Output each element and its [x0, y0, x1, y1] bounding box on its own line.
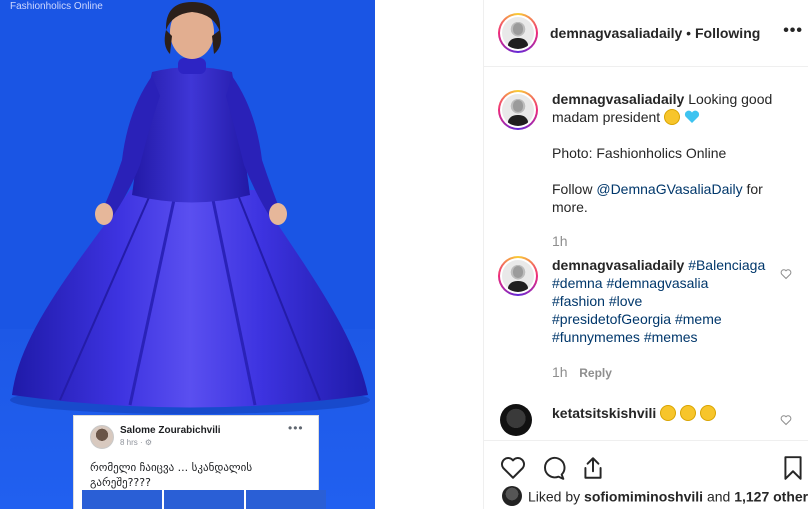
crying-laughing-emoji-icon: [680, 405, 697, 421]
hashtag-link[interactable]: #meme: [675, 311, 722, 327]
fb-post-meta: 8 hrs · ⚙: [120, 438, 153, 447]
fb-thumbnail: [164, 490, 244, 509]
bookmark-icon[interactable]: [780, 455, 806, 481]
caption-line-2: madam president: [552, 109, 661, 125]
fb-avatar: [90, 425, 114, 449]
reply-button[interactable]: Reply: [579, 366, 612, 380]
crying-laughing-emoji-icon: [660, 405, 677, 421]
hashtag-link[interactable]: #demna: [552, 275, 603, 291]
comment-username[interactable]: demnagvasaliadaily: [552, 257, 684, 273]
liker-avatar[interactable]: [502, 486, 522, 506]
hashtag-link[interactable]: #demnagvasalia: [606, 275, 708, 291]
likes-summary: Liked by sofiomiminoshvili and 1,127 oth…: [502, 486, 808, 508]
caption-follow-more: more.: [552, 199, 588, 215]
grinning-emoji-icon: [664, 109, 681, 125]
comment-timestamp-row: 1h Reply: [552, 364, 612, 380]
hashtag-link[interactable]: #presidetofGeorgia: [552, 311, 671, 327]
caption-username[interactable]: demnagvasaliadaily: [552, 91, 684, 107]
hashtag-link[interactable]: #Balenciaga: [688, 257, 765, 273]
following-button[interactable]: Following: [695, 25, 760, 41]
caption-line-1: Looking good: [688, 91, 773, 107]
comment-icon[interactable]: [540, 455, 566, 481]
likes-count[interactable]: 1,127 others: [734, 489, 808, 505]
heart-icon[interactable]: [500, 455, 526, 481]
likes-and: and: [706, 488, 731, 505]
caption-avatar[interactable]: [498, 90, 538, 130]
hashtag-link[interactable]: #funnymemes: [552, 329, 640, 345]
comment-avatar[interactable]: [498, 256, 538, 296]
header-avatar[interactable]: [498, 13, 538, 53]
more-options-icon[interactable]: •••: [783, 22, 803, 40]
likes-prefix: Liked by: [528, 488, 581, 505]
caption-follow-suffix: for: [746, 181, 763, 197]
caption-timestamp[interactable]: 1h: [552, 233, 568, 249]
caption-text: demnagvasaliadaily Looking good madam pr…: [552, 90, 774, 216]
fb-author-name: Salome Zourabichvili: [120, 425, 221, 436]
post-photo[interactable]: Fashionholics Online Salome Zourabichvil…: [0, 0, 375, 509]
share-icon[interactable]: [580, 455, 606, 481]
fb-thumbnail: [82, 490, 162, 509]
comment-text: ketatsitskishvili: [552, 404, 774, 422]
hashtag-link[interactable]: #memes: [644, 329, 698, 345]
caption-follow-prefix: Follow: [552, 181, 593, 197]
post-sidebar: demnagvasaliadaily • Following ••• demna…: [483, 0, 808, 509]
header-user-line: demnagvasaliadaily • Following: [550, 25, 760, 41]
commenter-avatar[interactable]: [500, 404, 532, 436]
comment-username[interactable]: ketatsitskishvili: [552, 405, 656, 421]
caption-photo-credit: Photo: Fashionholics Online: [552, 145, 727, 161]
comment-timestamp[interactable]: 1h: [552, 364, 568, 380]
fb-thumbnail: [246, 490, 326, 509]
like-comment-heart-icon[interactable]: [780, 268, 792, 280]
liker-username[interactable]: sofiomiminoshvili: [584, 489, 703, 505]
like-comment-heart-icon[interactable]: [780, 414, 792, 426]
hashtag-link[interactable]: #love: [609, 293, 642, 309]
header-separator: •: [682, 25, 695, 41]
crying-laughing-emoji-icon: [699, 405, 716, 421]
post-header: demnagvasaliadaily • Following •••: [484, 0, 808, 67]
header-username[interactable]: demnagvasaliadaily: [550, 25, 682, 41]
photo-watermark: Fashionholics Online: [10, 1, 103, 12]
facebook-post-screenshot: Salome Zourabichvili 8 hrs · ⚙ ••• რომელ…: [73, 415, 326, 509]
blue-heart-icon: [684, 110, 700, 123]
hashtag-link[interactable]: #fashion: [552, 293, 605, 309]
fb-post-text: რომელი ჩაიცვა ... სკანდალის გარეშე????: [90, 461, 253, 489]
caption-mention-link[interactable]: @DemnaGVasaliaDaily: [596, 181, 742, 197]
fb-more-icon: •••: [288, 421, 304, 435]
comment-text: demnagvasaliadaily #Balenciaga #demna #d…: [552, 256, 774, 346]
